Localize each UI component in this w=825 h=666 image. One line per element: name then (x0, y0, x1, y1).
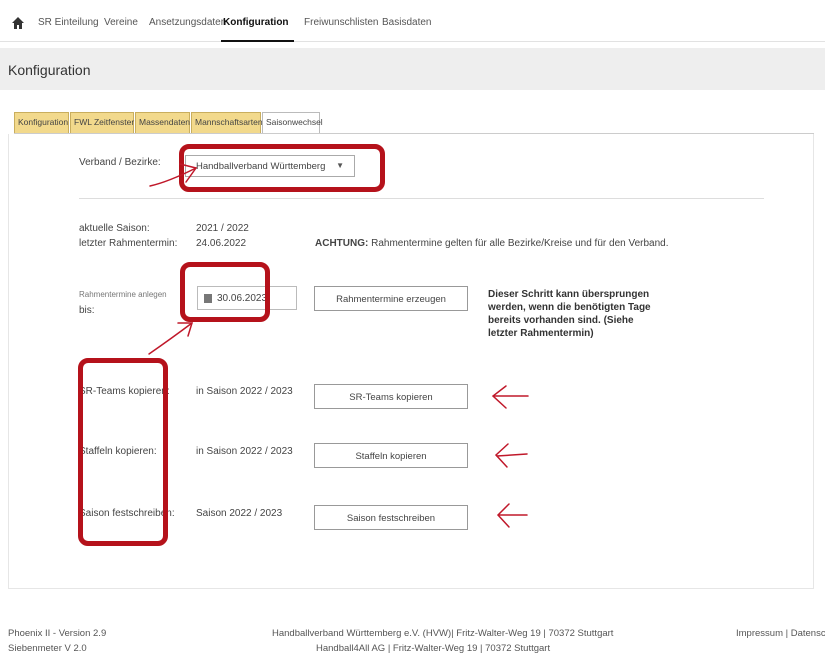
footer-version: Phoenix II - Version 2.9 (8, 628, 107, 639)
footer-links[interactable]: Impressum | Datenschut (736, 628, 825, 639)
nav-item-ansetzungsdaten[interactable]: Ansetzungsdaten (149, 17, 226, 28)
active-nav-indicator (221, 40, 294, 42)
page-title: Konfiguration (8, 62, 91, 78)
tab-konfiguration[interactable]: Konfiguration (14, 112, 69, 134)
skip-note: Dieser Schritt kann übersprungen werden,… (488, 289, 651, 339)
copy-teams-button[interactable]: SR-Teams kopieren (314, 384, 468, 409)
warning-bold: ACHTUNG: (315, 238, 369, 249)
home-icon[interactable] (12, 17, 24, 29)
tab-fwl-zeitfenster[interactable]: FWL Zeitfenster (70, 112, 134, 134)
warning-message: Rahmentermine gelten für alle Bezirke/Kr… (371, 238, 669, 249)
season-label: aktuelle Saison: (79, 223, 150, 234)
create-rahmentermine-button[interactable]: Rahmentermine erzeugen (314, 286, 468, 311)
copy-staffeln-button[interactable]: Staffeln kopieren (314, 443, 468, 468)
nav-item-sr-einteilung[interactable]: SR Einteilung (38, 17, 99, 28)
last-date-value: 24.06.2022 (196, 238, 247, 249)
tab-saisonwechsel[interactable]: Saisonwechsel (262, 112, 323, 134)
lock-season-button[interactable]: Saison festschreiben (314, 505, 468, 530)
staffeln-value: in Saison 2022 / 2023 (196, 446, 293, 457)
tab-massendaten[interactable]: Massendaten (135, 112, 190, 134)
footer-version-2: Siebenmeter V 2.0 (8, 643, 87, 654)
nav-item-freiwunschlisten[interactable]: Freiwunschlisten (304, 17, 378, 28)
annotation-box-verband (179, 144, 385, 192)
fest-value: Saison 2022 / 2023 (196, 508, 283, 519)
warning-text: ACHTUNG: Rahmentermine gelten für alle B… (315, 238, 669, 249)
top-navigation: SR Einteilung Vereine Ansetzungsdaten Ko… (0, 0, 825, 42)
footer-org: Handballverband Württemberg e.V. (HVW)| … (272, 628, 614, 639)
season-value: 2021 / 2022 (196, 223, 249, 234)
teams-value: in Saison 2022 / 2023 (196, 386, 293, 397)
nav-item-vereine[interactable]: Vereine (104, 17, 138, 28)
annotation-box-date (180, 262, 270, 322)
create-until-label: bis: (79, 305, 95, 316)
annotation-box-steps (78, 358, 168, 546)
tab-mannschaftsarten[interactable]: Mannschaftsarten (191, 112, 263, 134)
create-label: Rahmentermine anlegen (79, 290, 167, 299)
last-date-label: letzter Rahmentermin: (79, 238, 178, 249)
section-divider (79, 198, 764, 199)
nav-item-basisdaten[interactable]: Basisdaten (382, 17, 431, 28)
verband-label: Verband / Bezirke: (79, 157, 161, 168)
nav-item-konfiguration[interactable]: Konfiguration (223, 17, 289, 28)
title-bar (0, 48, 825, 90)
footer-org-2: Handball4All AG | Fritz-Walter-Weg 19 | … (316, 643, 551, 654)
